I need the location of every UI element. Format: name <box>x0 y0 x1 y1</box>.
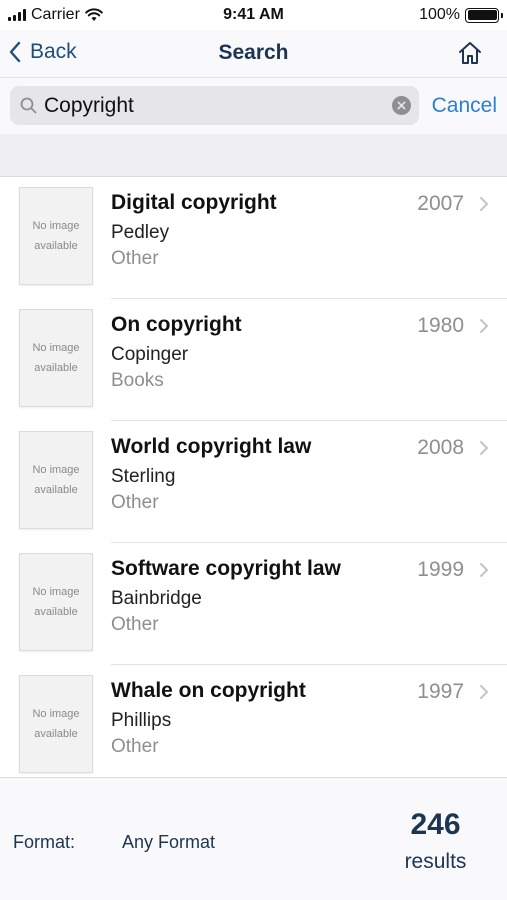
list-item[interactable]: No image available World copyright law S… <box>0 421 507 543</box>
thumb-text: available <box>34 240 78 252</box>
item-format: Other <box>111 492 159 513</box>
item-author: Pedley <box>111 222 170 243</box>
thumb-text: No image <box>32 220 80 232</box>
battery-percent: 100% <box>419 6 460 23</box>
list-item[interactable]: No image available Software copyright la… <box>0 543 507 665</box>
book-cover-placeholder: No image available <box>19 675 93 773</box>
chevron-right-icon <box>480 441 488 455</box>
item-author: Copinger <box>111 344 189 365</box>
book-cover-placeholder: No image available <box>19 187 93 285</box>
item-year: 1997 <box>417 680 464 703</box>
results-footer: Format: Any Format 246 results <box>0 777 507 900</box>
page-title: Search <box>218 41 289 64</box>
thumb-text: available <box>34 606 78 618</box>
format-label: Format: <box>13 832 76 852</box>
book-cover-placeholder: No image available <box>19 309 93 407</box>
search-field[interactable] <box>10 86 419 125</box>
item-title: Whale on copyright <box>111 679 306 702</box>
clear-search-icon[interactable] <box>392 96 411 115</box>
item-author: Bainbridge <box>111 588 202 609</box>
book-cover-placeholder: No image available <box>19 431 93 529</box>
chevron-right-icon <box>480 685 488 699</box>
search-icon <box>20 97 37 114</box>
book-cover-placeholder: No image available <box>19 553 93 651</box>
item-format: Books <box>111 370 164 391</box>
item-title: On copyright <box>111 313 242 336</box>
item-year: 2008 <box>417 436 464 459</box>
list-item[interactable]: No image available On copyright Copinger… <box>0 299 507 421</box>
results-count: 246 <box>410 808 461 841</box>
thumb-text: No image <box>32 586 80 598</box>
format-selector[interactable]: Any Format <box>122 832 215 853</box>
item-author: Sterling <box>111 466 176 487</box>
status-bar: Carrier 9:41 AM 100% <box>0 0 507 30</box>
item-format: Other <box>111 248 159 269</box>
cancel-button[interactable]: Cancel <box>432 94 497 118</box>
thumb-text: available <box>34 728 78 740</box>
status-right: 100% <box>419 6 503 24</box>
home-icon[interactable] <box>457 40 483 66</box>
thumb-text: available <box>34 484 78 496</box>
thumb-text: available <box>34 362 78 374</box>
results-label: results <box>404 850 467 873</box>
thumb-text: No image <box>32 342 80 354</box>
item-title: Digital copyright <box>111 191 277 214</box>
navigation-bar: Back Search <box>0 30 507 78</box>
item-title: Software copyright law <box>111 557 341 580</box>
item-author: Phillips <box>111 710 172 731</box>
thumb-text: No image <box>32 464 80 476</box>
item-title: World copyright law <box>111 435 312 458</box>
item-year: 2007 <box>417 192 464 215</box>
chevron-right-icon <box>480 563 488 577</box>
item-format: Other <box>111 614 159 635</box>
item-year: 1980 <box>417 314 464 337</box>
section-header <box>0 134 507 177</box>
list-item[interactable]: No image available Digital copyright Ped… <box>0 177 507 299</box>
thumb-text: No image <box>32 708 80 720</box>
chevron-right-icon <box>480 197 488 211</box>
search-input[interactable] <box>44 86 384 125</box>
search-bar: Cancel <box>0 78 507 134</box>
list-item[interactable]: No image available Whale on copyright Ph… <box>0 665 507 777</box>
results-list: No image available Digital copyright Ped… <box>0 177 507 777</box>
item-year: 1999 <box>417 558 464 581</box>
battery-icon <box>465 7 503 23</box>
chevron-right-icon <box>480 319 488 333</box>
item-format: Other <box>111 736 159 757</box>
